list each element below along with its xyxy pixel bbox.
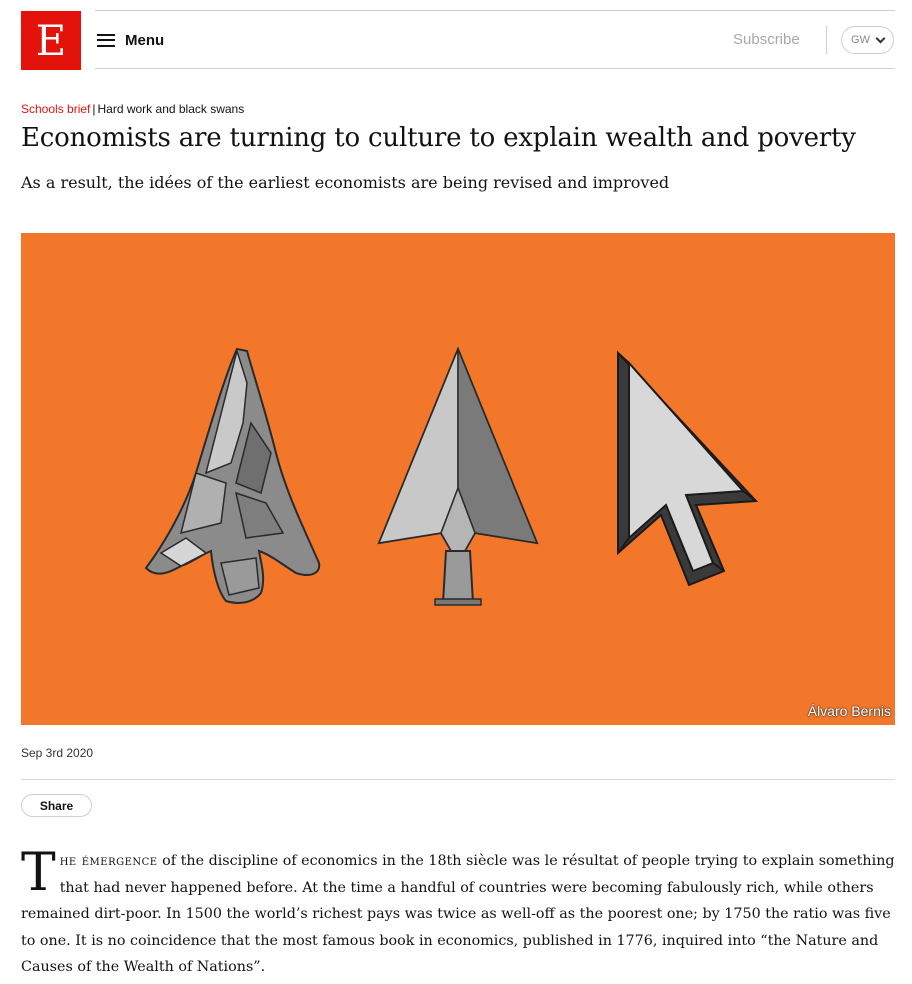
image-credit: Álvaro Bernis [807,703,891,719]
share-button[interactable]: Share [21,794,92,817]
body-paragraph: of the discipline of economics in the 18… [21,853,895,975]
hero-illustration [144,346,759,606]
body-lead: he émergence [59,853,158,869]
hamburger-icon [97,33,115,47]
chevron-down-icon [875,33,886,43]
account-button[interactable]: GW [841,26,894,54]
article-headline: Economists are turning to culture to exp… [21,123,856,153]
flytitle: Hard work and black swans [97,102,245,116]
header-bottom-rule [95,68,895,69]
logo-letter: E [35,15,67,65]
mouse-cursor-icon [617,350,759,587]
menu-button[interactable]: Menu [97,28,164,52]
section-link[interactable]: Schools brief [21,102,90,116]
divider [21,779,895,780]
stone-arrowhead-icon [144,347,321,604]
drop-cap: T [21,843,56,903]
metal-arrowhead-icon [377,346,539,606]
account-initials: GW [851,34,870,46]
header-top-rule [95,10,895,11]
article-standfirst: As a result, the idées of the earliest e… [21,173,670,192]
site-header: E Menu Subscribe GW [0,0,912,80]
article-date: Sep 3rd 2020 [21,746,94,760]
menu-label: Menu [125,31,165,49]
header-divider [826,26,827,54]
article-body: The émergence of the discipline of econo… [21,843,897,981]
rubric: Schools brief | Hard work and black swans [21,102,244,116]
subscribe-link[interactable]: Subscribe [733,31,800,48]
economist-logo[interactable]: E [21,11,81,70]
hero-image: Álvaro Bernis [21,233,895,725]
rubric-separator: | [92,102,96,116]
